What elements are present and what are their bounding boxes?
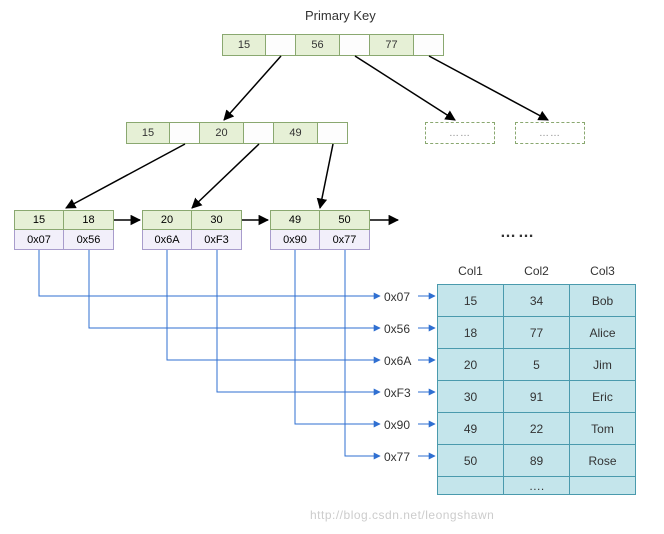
root-node: 15 56 77: [222, 34, 444, 56]
ptr-label-3: 0xF3: [384, 386, 411, 400]
watermark: http://blog.csdn.net/leongshawn: [310, 508, 494, 522]
internal-ptr-2: [318, 122, 348, 144]
ptr-label-1: 0x56: [384, 322, 410, 336]
leaf-1-ptr-0: 0x6A: [142, 230, 192, 250]
leaf-0-key-0: 15: [14, 210, 64, 230]
table-row: 15 34 Bob: [438, 285, 636, 317]
cell: 91: [504, 381, 570, 413]
leaf-1-ptr-1: 0xF3: [192, 230, 242, 250]
cell: Alice: [570, 317, 636, 349]
cell: 34: [504, 285, 570, 317]
root-ptr-1: [340, 34, 370, 56]
leaf-node-1: 20 30 0x6A 0xF3: [142, 210, 242, 250]
table-row: 30 91 Eric: [438, 381, 636, 413]
internal-key-2: 49: [274, 122, 318, 144]
data-table: Col1 Col2 Col3 15 34 Bob 18 77 Alice 20 …: [437, 258, 636, 495]
cell: 20: [438, 349, 504, 381]
table-row: 49 22 Tom: [438, 413, 636, 445]
col-header-2: Col3: [570, 258, 636, 285]
root-key-2: 77: [370, 34, 414, 56]
cell: [570, 477, 636, 495]
cell: 5: [504, 349, 570, 381]
cell: 49: [438, 413, 504, 445]
root-key-0: 15: [222, 34, 266, 56]
leaf-node-2: 49 50 0x90 0x77: [270, 210, 370, 250]
col-header-0: Col1: [438, 258, 504, 285]
cell: 30: [438, 381, 504, 413]
internal-node: 15 20 49: [126, 122, 348, 144]
internal-ptr-0: [170, 122, 200, 144]
leaf-2-ptr-1: 0x77: [320, 230, 370, 250]
dashed-node-0: ……: [425, 122, 495, 144]
leaf-2-key-1: 50: [320, 210, 370, 230]
cell: 18: [438, 317, 504, 349]
ptr-label-2: 0x6A: [384, 354, 411, 368]
cell: Bob: [570, 285, 636, 317]
cell: Rose: [570, 445, 636, 477]
leaf-2-ptr-0: 0x90: [270, 230, 320, 250]
cell: 50: [438, 445, 504, 477]
internal-key-1: 20: [200, 122, 244, 144]
root-ptr-0: [266, 34, 296, 56]
root-key-1: 56: [296, 34, 340, 56]
cell: ….: [504, 477, 570, 495]
leaf-node-0: 15 18 0x07 0x56: [14, 210, 114, 250]
leaf-1-key-1: 30: [192, 210, 242, 230]
internal-key-0: 15: [126, 122, 170, 144]
cell: [438, 477, 504, 495]
ptr-label-0: 0x07: [384, 290, 410, 304]
table-row: 20 5 Jim: [438, 349, 636, 381]
table-row-empty: ….: [438, 477, 636, 495]
ptr-label-5: 0x77: [384, 450, 410, 464]
cell: 77: [504, 317, 570, 349]
col-header-1: Col2: [504, 258, 570, 285]
leaf-ellipsis: ……: [500, 224, 536, 242]
cell: Eric: [570, 381, 636, 413]
cell: 15: [438, 285, 504, 317]
table-row: 50 89 Rose: [438, 445, 636, 477]
root-ptr-2: [414, 34, 444, 56]
ptr-label-4: 0x90: [384, 418, 410, 432]
dashed-node-1: ……: [515, 122, 585, 144]
leaf-0-key-1: 18: [64, 210, 114, 230]
cell: 89: [504, 445, 570, 477]
cell: Jim: [570, 349, 636, 381]
cell: Tom: [570, 413, 636, 445]
leaf-0-ptr-1: 0x56: [64, 230, 114, 250]
diagram-title: Primary Key: [305, 8, 376, 23]
internal-ptr-1: [244, 122, 274, 144]
leaf-0-ptr-0: 0x07: [14, 230, 64, 250]
table-row: 18 77 Alice: [438, 317, 636, 349]
leaf-1-key-0: 20: [142, 210, 192, 230]
leaf-2-key-0: 49: [270, 210, 320, 230]
cell: 22: [504, 413, 570, 445]
